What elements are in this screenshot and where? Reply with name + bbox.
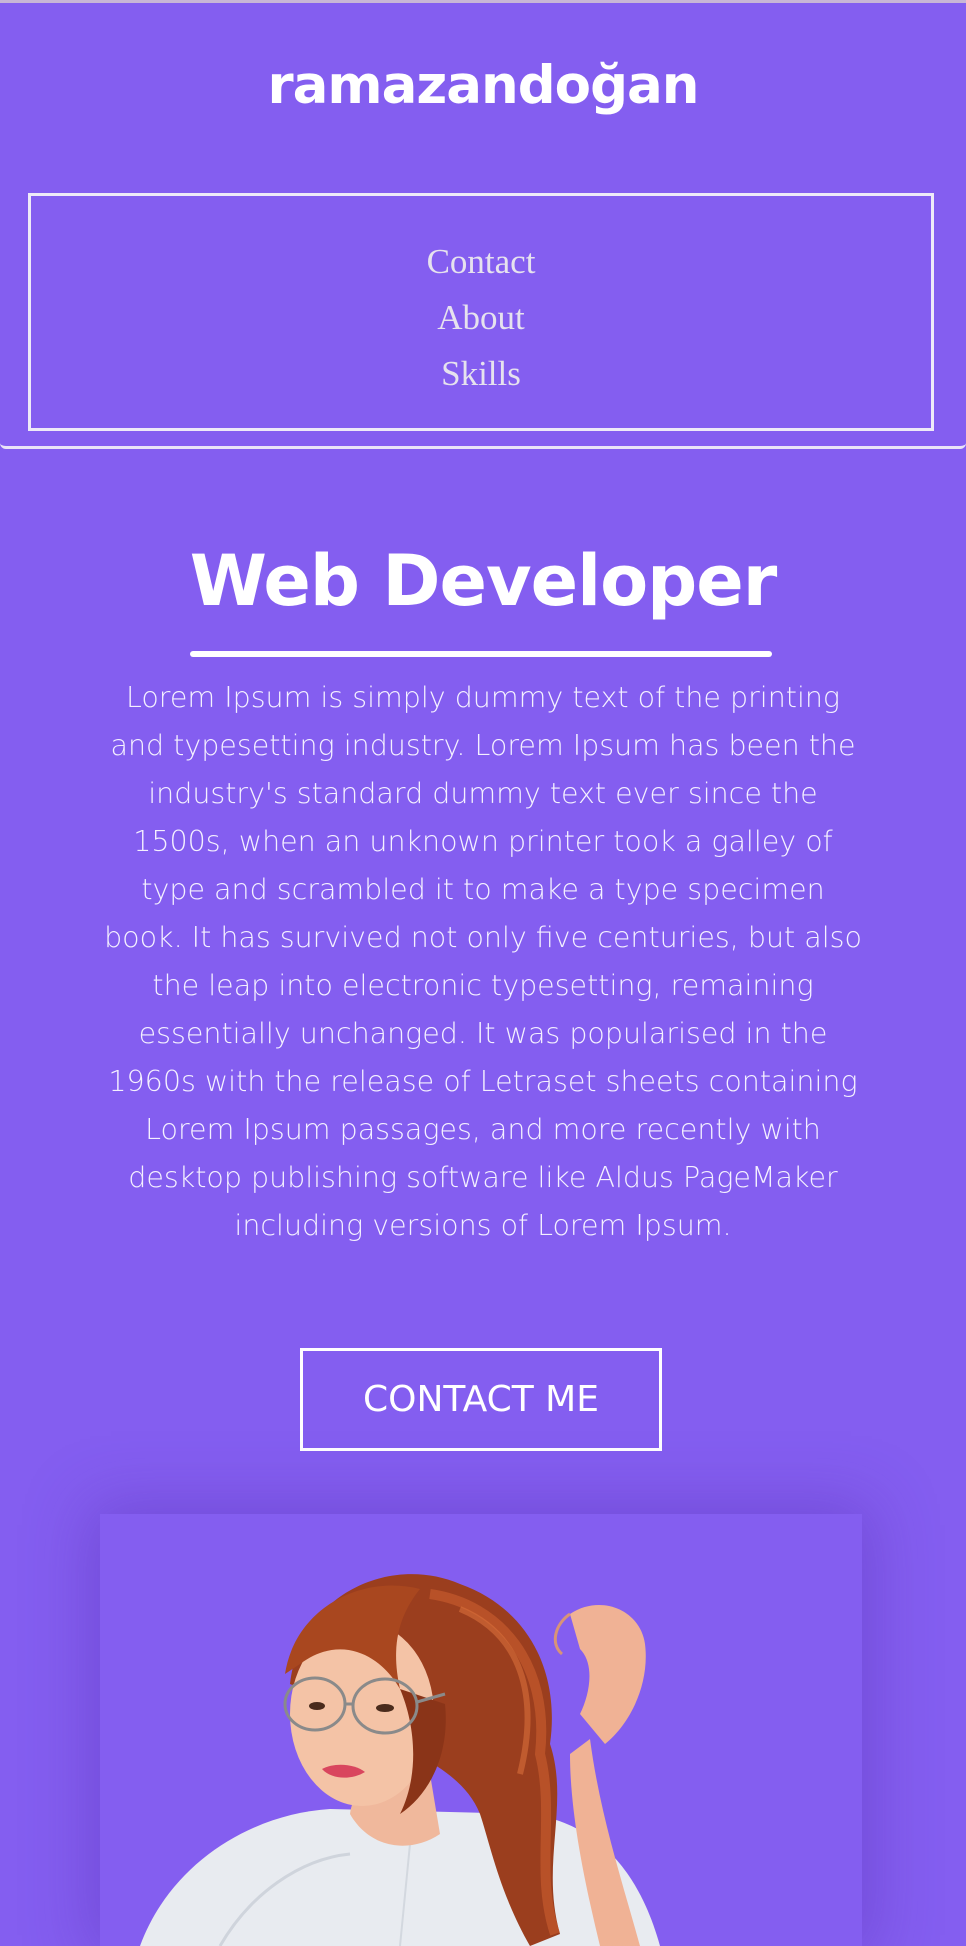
nav-link-skills[interactable]: Skills: [31, 346, 931, 402]
portrait-photo: [100, 1514, 862, 1946]
contact-me-button[interactable]: CONTACT ME: [300, 1348, 662, 1451]
site-logo[interactable]: ramazandoğan: [0, 55, 966, 116]
nav-link-about[interactable]: About: [31, 290, 931, 346]
title-underline: [190, 651, 772, 657]
main-nav: Contact About Skills: [28, 193, 934, 431]
hero-description: Lorem Ipsum is simply dummy text of the …: [104, 681, 862, 1242]
portrait-illustration: [140, 1574, 660, 1946]
nav-list: Contact About Skills: [31, 234, 931, 402]
hero-title: Web Developer: [189, 540, 778, 622]
site-header: ramazandoğan Contact About Skills: [0, 3, 966, 449]
nav-link-contact[interactable]: Contact: [31, 234, 931, 290]
